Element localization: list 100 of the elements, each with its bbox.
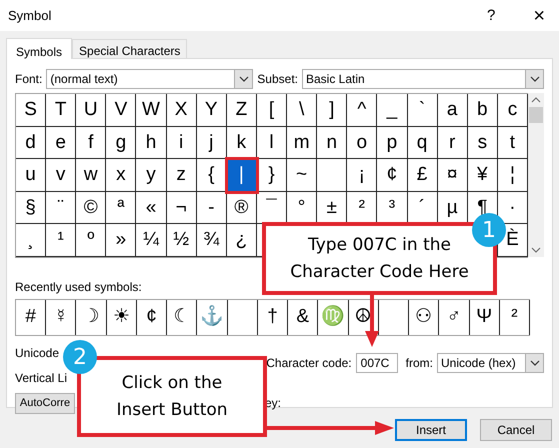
symbol-cell[interactable]: u — [25, 165, 36, 184]
symbol-cell[interactable]: ¯ — [266, 198, 277, 217]
symbol-cell[interactable]: r — [449, 132, 456, 152]
symbol-cell[interactable]: ~ — [296, 165, 308, 184]
recent-symbol-cell[interactable]: ♂ — [439, 300, 470, 334]
symbol-cell[interactable]: f — [88, 132, 94, 152]
autocorrect-button[interactable]: AutoCorre — [15, 392, 75, 414]
recent-symbol-cell[interactable]: ☿ — [46, 300, 76, 334]
scroll-thumb[interactable] — [529, 107, 543, 123]
symbol-cell[interactable]: » — [116, 230, 126, 250]
symbol-cell[interactable]: x — [116, 165, 126, 184]
from-dropdown[interactable]: Unicode (hex) — [437, 352, 544, 372]
recent-symbol-cell[interactable]: & — [288, 300, 318, 334]
symbol-cell[interactable]: ° — [298, 198, 306, 217]
symbol-cell[interactable]: V — [114, 100, 128, 120]
symbol-cell[interactable]: t — [510, 132, 516, 152]
symbol-cell[interactable]: w — [84, 165, 98, 184]
recent-symbol-cell[interactable]: Ψ — [470, 300, 500, 334]
recent-symbol-cell[interactable]: ¢ — [136, 300, 168, 334]
symbol-cell[interactable]: ¥ — [477, 165, 488, 184]
symbol-cell[interactable]: z — [176, 165, 186, 184]
symbol-cell[interactable]: [ — [268, 100, 274, 120]
symbol-cell[interactable]: y — [146, 165, 156, 184]
symbol-cell[interactable]: È — [506, 230, 519, 250]
symbol-cell[interactable]: } — [268, 165, 275, 184]
symbol-cell[interactable]: £ — [416, 165, 428, 184]
symbol-cell[interactable]: · — [509, 198, 516, 217]
symbol-cell[interactable]: § — [25, 198, 36, 217]
symbol-cell[interactable]: p — [386, 132, 398, 152]
symbol-cell[interactable]: ¦ — [510, 165, 515, 184]
symbol-cell[interactable]: © — [84, 198, 98, 217]
symbol-cell[interactable]: ª — [117, 198, 124, 217]
dialog-button[interactable]: Cancel — [480, 419, 552, 441]
recent-symbol-cell[interactable]: ☽ — [76, 300, 107, 334]
font-dropdown[interactable]: (normal text) — [46, 69, 254, 89]
symbol-cell[interactable]: U — [84, 100, 98, 120]
symbol-cell[interactable]: ¡ — [358, 165, 365, 184]
recent-symbol-cell[interactable]: † — [258, 300, 288, 334]
symbol-cell[interactable]: \ — [298, 100, 304, 120]
symbol-cell[interactable]: _ — [386, 100, 398, 120]
symbol-cell[interactable]: ` — [418, 100, 426, 120]
close-button[interactable]: × — [533, 6, 545, 26]
symbol-cell[interactable]: ½ — [173, 230, 190, 250]
symbol-cell[interactable]: v — [56, 165, 66, 184]
symbol-cell[interactable]: e — [55, 132, 66, 152]
symbol-cell[interactable]: S — [24, 100, 37, 120]
symbol-cell[interactable]: ¹ — [58, 230, 64, 250]
symbol-cell[interactable]: q — [416, 132, 428, 152]
symbol-cell[interactable]: k — [236, 132, 246, 152]
symbol-cell[interactable]: ¤ — [446, 165, 458, 184]
symbol-cell[interactable]: « — [146, 198, 156, 217]
symbol-cell[interactable]: ¨ — [58, 198, 64, 217]
symbol-cell[interactable]: l — [269, 132, 274, 152]
scrollbar[interactable] — [528, 93, 544, 257]
recent-symbol-cell[interactable]: ² — [500, 300, 530, 334]
symbol-cell[interactable]: g — [116, 132, 126, 152]
symbol-cell[interactable]: s — [478, 132, 488, 152]
symbol-cell[interactable]: ¿ — [236, 230, 248, 250]
tab[interactable]: Symbols — [6, 38, 72, 59]
symbol-cell[interactable]: ³ — [388, 198, 396, 217]
symbol-cell[interactable]: ² — [358, 198, 365, 217]
symbol-cell[interactable]: i — [179, 132, 184, 152]
symbol-cell[interactable]: ¾ — [203, 230, 220, 250]
recent-symbol-cell[interactable]: ⚇ — [409, 300, 440, 334]
symbol-cell[interactable]: ¢ — [386, 165, 398, 184]
symbol-cell[interactable]: ¼ — [143, 230, 159, 250]
symbol-cell[interactable]: ± — [326, 198, 337, 217]
recent-symbol-cell[interactable]: ☀ — [106, 300, 137, 334]
dialog-button[interactable]: Insert — [395, 419, 467, 441]
symbol-cell[interactable]: Z — [236, 100, 248, 120]
character-code-field[interactable]: 007C — [356, 352, 398, 372]
symbol-cell[interactable]: ¬ — [176, 198, 187, 217]
recent-symbol-cell[interactable]: ♍ — [318, 300, 349, 334]
symbol-cell[interactable]: o — [356, 132, 368, 152]
symbol-cell[interactable]: d — [25, 132, 36, 152]
recent-symbol-cell[interactable]: # — [16, 300, 46, 334]
symbol-cell[interactable]: n — [326, 132, 338, 152]
symbol-cell[interactable]: a — [446, 100, 458, 120]
symbol-cell[interactable]: Y — [204, 100, 218, 120]
selected-symbol-cell[interactable]: | — [226, 159, 257, 192]
symbol-cell[interactable]: ] — [329, 100, 334, 120]
symbol-cell[interactable]: W — [142, 100, 160, 120]
symbol-cell[interactable]: b — [477, 100, 488, 120]
recent-symbol-cell[interactable]: ⚓ — [197, 300, 228, 334]
symbol-cell[interactable]: µ — [446, 198, 458, 217]
symbol-cell[interactable]: j — [209, 132, 214, 152]
symbol-cell[interactable]: X — [174, 100, 188, 120]
recent-symbol-cell[interactable]: ☾ — [167, 300, 198, 334]
symbol-cell[interactable]: º — [87, 230, 94, 250]
symbol-cell[interactable]: m — [294, 132, 310, 152]
symbol-cell[interactable]: ® — [234, 198, 248, 217]
tab[interactable]: Special Characters — [72, 39, 188, 58]
help-button[interactable]: ? — [486, 8, 496, 23]
symbol-cell[interactable]: { — [208, 165, 214, 184]
symbol-cell[interactable]: ¸ — [27, 230, 34, 250]
subset-dropdown[interactable]: Basic Latin — [302, 69, 544, 89]
symbol-cell[interactable] — [317, 159, 348, 192]
symbol-cell[interactable]: h — [146, 132, 156, 152]
symbol-cell[interactable]: ´ — [418, 198, 426, 217]
symbol-cell[interactable]: T — [54, 100, 66, 120]
